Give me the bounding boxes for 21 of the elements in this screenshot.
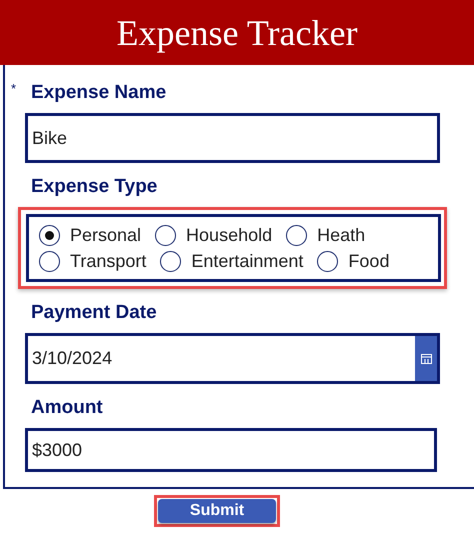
- app-title: Expense Tracker: [116, 12, 358, 54]
- radio-button[interactable]: [317, 250, 338, 272]
- required-mark: *: [11, 81, 16, 96]
- radio-option[interactable]: Transport: [39, 249, 146, 273]
- field-label: Payment Date: [31, 302, 157, 324]
- radio-button[interactable]: [160, 250, 182, 272]
- text-field[interactable]: Bike: [25, 113, 440, 163]
- radio-option[interactable]: Entertainment: [160, 249, 304, 273]
- field-label: Expense Name: [31, 82, 166, 104]
- radio-option[interactable]: Food: [317, 249, 390, 273]
- radio-option[interactable]: Household: [155, 223, 272, 247]
- field-label: Expense Type: [31, 176, 158, 198]
- submit-button[interactable]: Submit: [158, 499, 276, 523]
- radio-option[interactable]: Heath: [286, 223, 366, 247]
- radio-button[interactable]: [39, 250, 60, 272]
- radio-button[interactable]: [39, 224, 60, 246]
- field-label: Amount: [31, 397, 103, 419]
- radio-option[interactable]: Personal: [39, 223, 142, 247]
- text-field[interactable]: $3000: [25, 428, 437, 472]
- radio-button[interactable]: [286, 224, 308, 246]
- radio-button[interactable]: [155, 224, 176, 246]
